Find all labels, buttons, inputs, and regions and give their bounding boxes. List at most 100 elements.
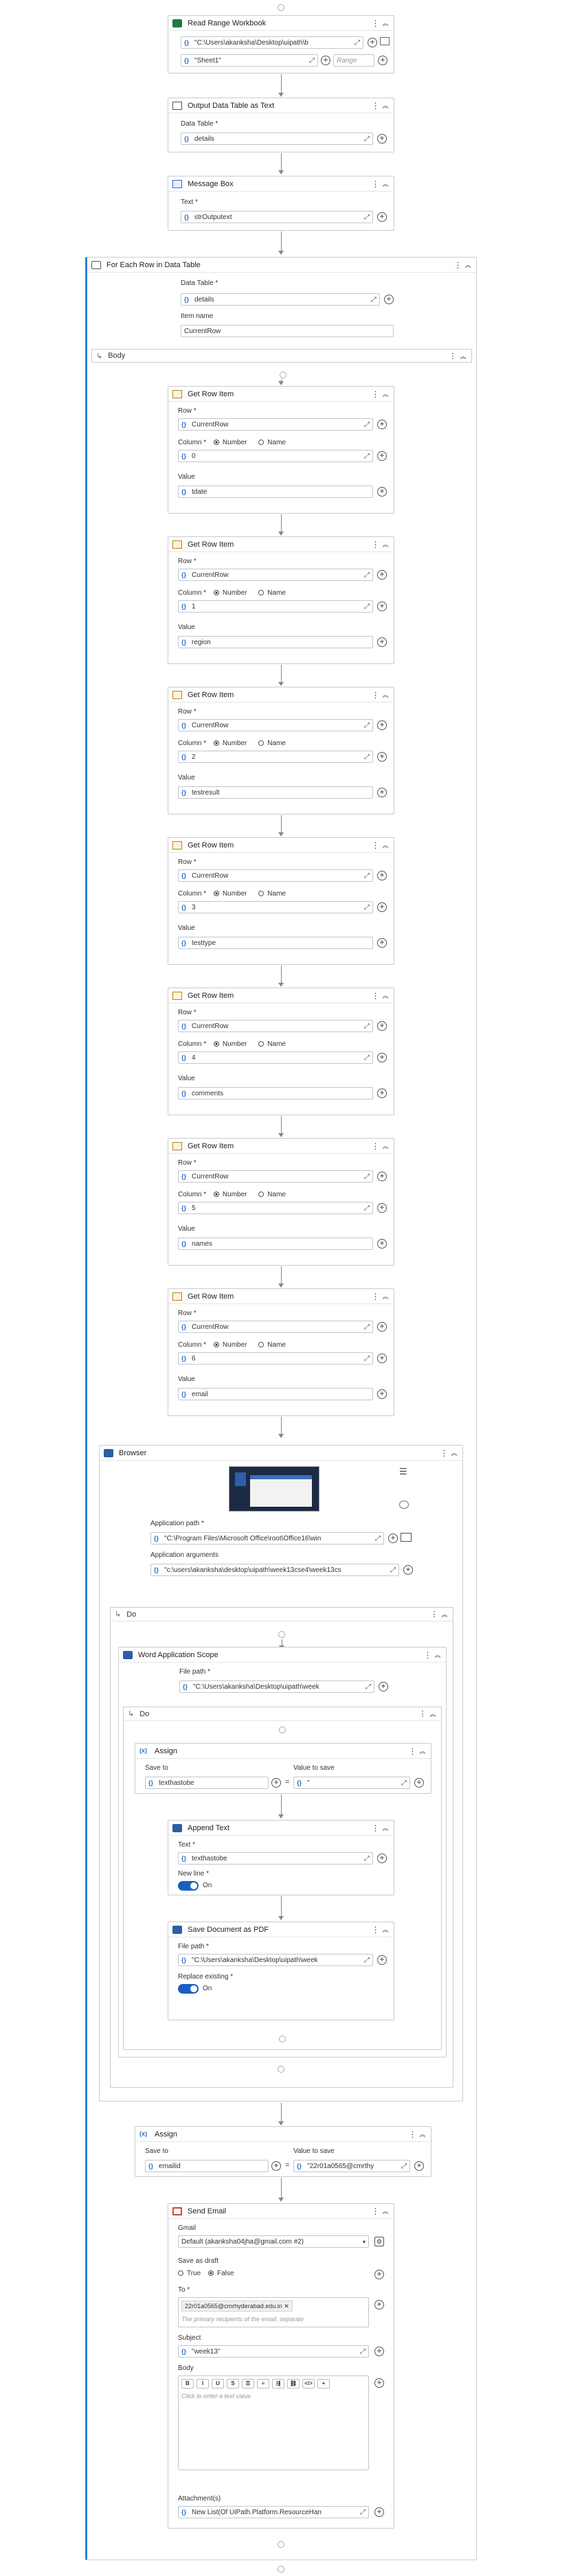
body-section-header[interactable]: ↳ Body ⋮ ︽ [91, 349, 472, 363]
data-table-field[interactable]: details [194, 296, 368, 304]
text-field[interactable]: texthastobe [192, 1855, 361, 1862]
column-index-field[interactable]: 5 [192, 1205, 361, 1212]
expand-editor-icon[interactable]: ⤢ [366, 1683, 371, 1691]
add-variable-icon[interactable]: + [377, 752, 387, 762]
add-variable-icon[interactable]: + [377, 420, 387, 429]
collapse-icon[interactable]: ︽ [449, 1448, 460, 1457]
replace-existing-toggle[interactable] [178, 1984, 199, 1994]
collapse-icon[interactable]: ︽ [380, 179, 391, 188]
file-path-field[interactable]: "C:\Users\akanksha\Desktop\uipath\week [193, 1683, 363, 1691]
get-row-item-activity[interactable]: Get Row Item ⋮ ︽ Row * {} CurrentRow ⤢ + Col… [168, 536, 394, 664]
value-field[interactable]: testtype [192, 939, 370, 947]
collapse-icon[interactable]: ︽ [380, 101, 391, 110]
expand-editor-icon[interactable]: ⤢ [364, 872, 370, 880]
bold-icon[interactable]: B [181, 2379, 194, 2389]
output-data-table-activity[interactable]: Output Data Table as Text ⋮ ︽ Data Table *… [168, 98, 394, 152]
column-number-option[interactable]: Number [213, 1341, 247, 1349]
add-variable-icon[interactable]: + [271, 1778, 281, 1788]
add-variable-icon[interactable]: + [377, 1854, 387, 1863]
add-variable-icon[interactable]: + [377, 1172, 387, 1181]
save-document-as-pdf-activity[interactable]: Save Document as PDF ⋮ ︽ File path * {} "C:… [168, 1922, 394, 2020]
column-index-field[interactable]: 6 [192, 1355, 361, 1363]
data-table-field[interactable]: details [194, 135, 361, 143]
add-variable-icon[interactable]: + [377, 451, 387, 461]
subject-field[interactable]: "week13" [192, 2348, 357, 2356]
add-variable-icon[interactable]: + [403, 1565, 413, 1575]
expand-editor-icon[interactable]: ⤢ [371, 296, 376, 304]
collapse-icon[interactable]: ︽ [380, 19, 391, 27]
more-options-icon[interactable]: ⋮ [370, 1925, 380, 1935]
column-number-option[interactable]: Number [213, 890, 247, 898]
expand-editor-icon[interactable]: ⤢ [364, 135, 370, 143]
save-to-field[interactable]: texthastobe [159, 1779, 265, 1787]
message-box-activity[interactable]: Message Box ⋮ ︽ Text * {} strOutputext ⤢ + [168, 176, 394, 231]
expand-editor-icon[interactable]: ⤢ [401, 2163, 407, 2170]
add-variable-icon[interactable]: + [377, 637, 387, 647]
get-row-item-activity[interactable]: Get Row Item ⋮ ︽ Row * {} CurrentRow ⤢ + Col… [168, 837, 394, 965]
expand-editor-icon[interactable]: ⤢ [364, 1205, 370, 1212]
column-number-option[interactable]: Number [213, 740, 247, 747]
expand-editor-icon[interactable]: ⤢ [364, 214, 370, 221]
application-arguments-field[interactable]: "c:\users\akanksha\desktop\uipath\week13… [164, 1566, 387, 1574]
more-options-icon[interactable]: ⋮ [423, 1650, 432, 1660]
collapse-icon[interactable]: ︽ [380, 1292, 391, 1301]
value-field[interactable]: names [192, 1240, 370, 1248]
column-number-option[interactable]: Number [213, 1040, 247, 1048]
text-field[interactable]: strOutputext [194, 214, 361, 221]
remove-chip-icon[interactable]: ✕ [284, 2303, 289, 2310]
assign-activity[interactable]: (x) Assign ⋮ ︽ Save to {} texthastobe + = Va… [135, 1743, 431, 1794]
add-variable-icon[interactable]: + [377, 487, 387, 497]
add-variable-icon[interactable]: + [377, 720, 387, 730]
more-options-icon[interactable]: ⋮ [418, 1709, 427, 1718]
plus-icon[interactable]: + [317, 2379, 330, 2389]
column-index-field[interactable]: 4 [192, 1054, 361, 1062]
gmail-account-select[interactable]: Default (akanksha04jha@gmail.com #2) [181, 2238, 363, 2246]
collapse-icon[interactable]: ︽ [462, 260, 473, 269]
add-variable-icon[interactable]: + [377, 1053, 387, 1062]
append-text-activity[interactable]: Append Text ⋮ ︽ Text * {} texthastobe ⤢ + Ne… [168, 1820, 394, 1895]
expand-editor-icon[interactable]: ⤢ [364, 1355, 370, 1363]
collapse-icon[interactable]: ︽ [380, 389, 391, 398]
more-options-icon[interactable]: ⋮ [370, 690, 380, 700]
add-variable-icon[interactable]: + [377, 1239, 387, 1249]
draft-true-option[interactable]: True [178, 2270, 201, 2277]
browse-icon[interactable] [401, 1533, 412, 1542]
collapse-icon[interactable]: ︽ [417, 1746, 428, 1755]
column-index-field[interactable]: 1 [192, 603, 361, 611]
more-options-icon[interactable]: ⋮ [370, 841, 380, 850]
add-variable-icon[interactable]: + [377, 1203, 387, 1213]
add-variable-icon[interactable]: + [379, 1682, 388, 1691]
expand-editor-icon[interactable]: ⤢ [364, 1957, 370, 1964]
range-field[interactable]: Range [337, 57, 371, 65]
value-to-save-field[interactable]: " [307, 1779, 398, 1787]
column-number-option[interactable]: Number [213, 1191, 247, 1198]
item-name-field[interactable]: CurrentRow [184, 328, 390, 335]
more-options-icon[interactable]: ⋮ [370, 179, 380, 189]
add-variable-icon[interactable]: + [414, 2161, 424, 2171]
collapse-icon[interactable]: ︽ [458, 352, 469, 361]
underline-icon[interactable]: U [212, 2379, 224, 2389]
collapse-icon[interactable]: ︽ [380, 690, 391, 699]
expand-editor-icon[interactable]: ⤢ [364, 1855, 370, 1862]
get-row-item-activity[interactable]: Get Row Item ⋮ ︽ Row * {} CurrentRow ⤢ + Col… [168, 1138, 394, 1266]
add-variable-icon[interactable]: + [388, 1534, 398, 1543]
expand-editor-icon[interactable]: ⤢ [375, 1535, 381, 1542]
expand-editor-icon[interactable]: ⤢ [360, 2348, 366, 2356]
expand-editor-icon[interactable]: ⤢ [364, 1323, 370, 1331]
expand-editor-icon[interactable]: ⤢ [364, 603, 370, 611]
value-field[interactable]: tdate [192, 488, 370, 496]
row-field[interactable]: CurrentRow [192, 571, 361, 579]
more-options-icon[interactable]: ⋮ [448, 352, 458, 361]
add-variable-icon[interactable]: + [377, 134, 387, 144]
link-icon[interactable]: ⛓ [287, 2379, 300, 2389]
folder-icon[interactable] [380, 37, 390, 45]
new-line-toggle[interactable] [178, 1881, 199, 1891]
send-email-activity[interactable]: Send Email ⋮ ︽ Gmail Default (akanksha04jh… [168, 2203, 394, 2529]
expand-editor-icon[interactable]: ⤢ [390, 1566, 396, 1574]
attachments-field[interactable]: New List(Of UiPath.Platform.ResourceHan [192, 2509, 357, 2516]
row-field[interactable]: CurrentRow [192, 872, 361, 880]
strikethrough-icon[interactable]: S [227, 2379, 239, 2389]
chevron-down-icon[interactable]: ▾ [363, 2239, 366, 2245]
more-options-icon[interactable]: ⋮ [370, 389, 380, 399]
file-path-field[interactable]: "C:\Users\akanksha\Desktop\uipath\week [192, 1957, 361, 1964]
